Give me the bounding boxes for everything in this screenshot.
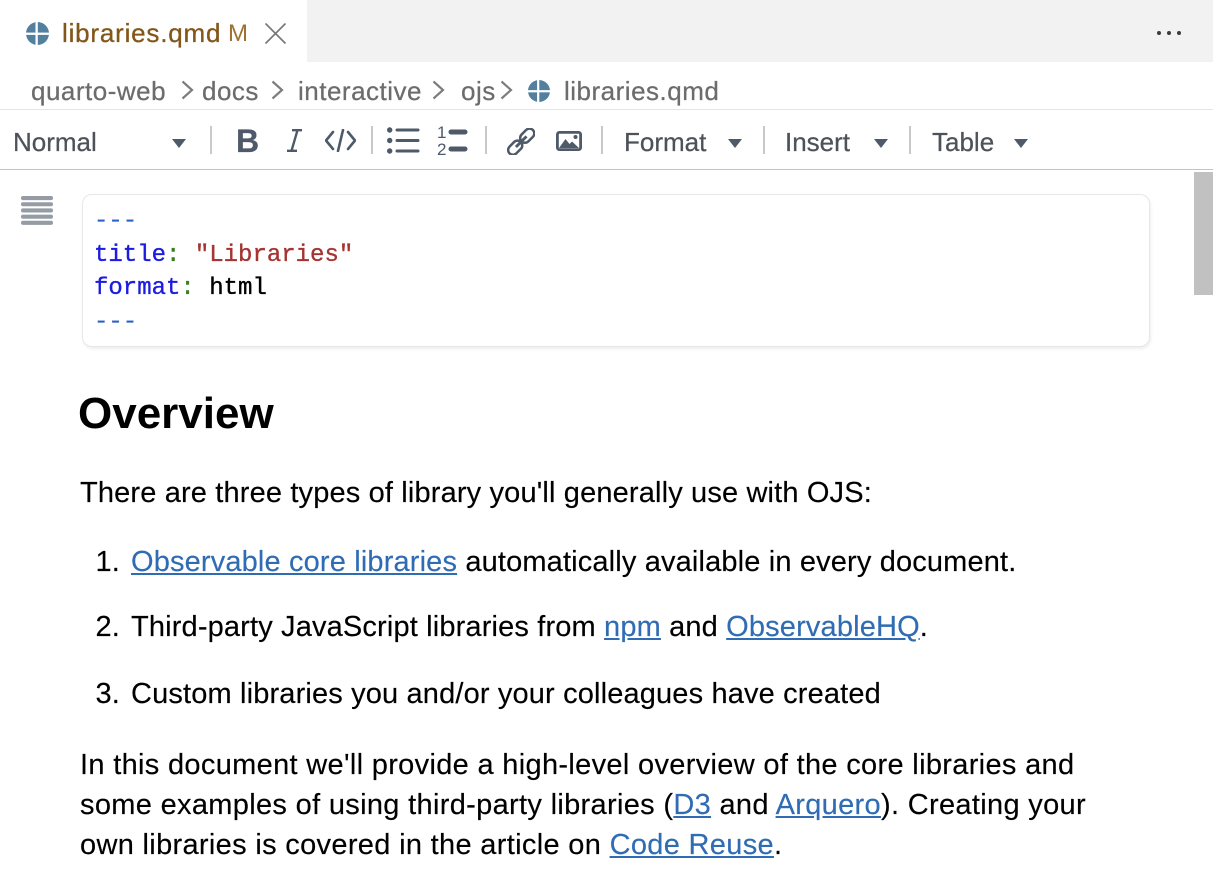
- svg-text:2: 2: [437, 140, 446, 155]
